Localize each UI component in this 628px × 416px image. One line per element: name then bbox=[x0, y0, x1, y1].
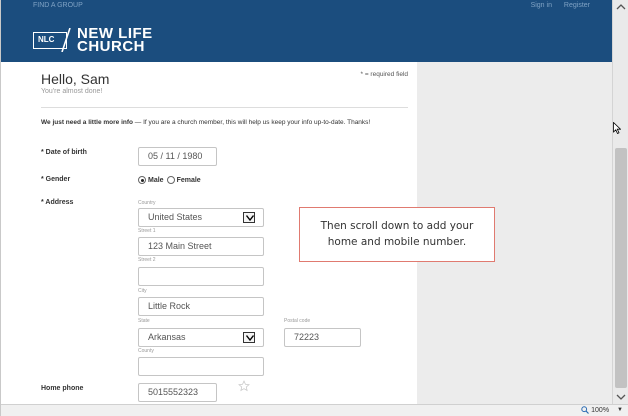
postal-code-input[interactable]: 72223 bbox=[284, 328, 361, 347]
dob-label: * Date of birth bbox=[41, 149, 87, 156]
mouse-cursor-icon bbox=[613, 122, 621, 134]
zoom-icon bbox=[581, 406, 590, 414]
scroll-up-icon[interactable] bbox=[613, 0, 628, 14]
site-header: FIND A GROUP Sign in Register NLC NEW LI… bbox=[1, 0, 612, 62]
gender-radio-group: Male Female bbox=[138, 176, 204, 184]
street2-label: Street 2 bbox=[138, 257, 156, 263]
home-phone-input[interactable]: 5015552323 bbox=[138, 383, 217, 402]
intro-rest: — If you are a church member, this will … bbox=[132, 119, 371, 126]
browser-viewport: FIND A GROUP Sign in Register NLC NEW LI… bbox=[0, 0, 628, 416]
logo-badge-text: NLC bbox=[38, 34, 55, 44]
chevron-down-icon[interactable] bbox=[243, 332, 255, 343]
male-label: Male bbox=[148, 176, 164, 184]
header-divider bbox=[41, 107, 408, 108]
zoom-level: 100% bbox=[591, 406, 610, 414]
chevron-down-icon[interactable] bbox=[243, 212, 255, 223]
logo-slash-icon bbox=[61, 27, 71, 52]
male-radio[interactable] bbox=[138, 176, 146, 184]
logo-text: NEW LIFE CHURCH bbox=[77, 26, 153, 55]
logo-line-2: CHURCH bbox=[77, 38, 145, 55]
country-select[interactable]: United States bbox=[138, 208, 264, 227]
star-icon[interactable] bbox=[238, 380, 250, 392]
gender-label: * Gender bbox=[41, 176, 71, 183]
zoom-control[interactable]: 100% ▼ bbox=[581, 406, 623, 414]
dob-input[interactable]: 05 / 11 / 1980 bbox=[138, 147, 217, 166]
county-input[interactable] bbox=[138, 357, 264, 376]
scroll-down-icon[interactable] bbox=[613, 390, 628, 404]
status-bar: 100% ▼ bbox=[1, 404, 628, 416]
county-label: County bbox=[138, 348, 154, 354]
street1-label: Street 1 bbox=[138, 228, 156, 234]
find-group-link[interactable]: FIND A GROUP bbox=[33, 2, 83, 9]
scrollbar-thumb[interactable] bbox=[615, 148, 627, 388]
female-label: Female bbox=[176, 176, 201, 184]
church-logo[interactable]: NLC NEW LIFE CHURCH bbox=[33, 22, 153, 58]
sign-in-link[interactable]: Sign in bbox=[531, 2, 552, 9]
female-radio[interactable] bbox=[166, 176, 175, 184]
intro-bold: We just need a little more info bbox=[41, 119, 133, 126]
street2-input[interactable] bbox=[138, 267, 264, 286]
city-input[interactable]: Little Rock bbox=[138, 297, 264, 316]
register-link[interactable]: Register bbox=[564, 2, 590, 9]
greeting-subtitle: You're almost done! bbox=[41, 88, 103, 95]
home-phone-label: Home phone bbox=[41, 385, 84, 392]
nlc-badge: NLC bbox=[33, 27, 71, 52]
city-label: City bbox=[138, 288, 147, 294]
instruction-callout: Then scroll down to add your home and mo… bbox=[299, 207, 495, 262]
street1-input[interactable]: 123 Main Street bbox=[138, 237, 264, 256]
vertical-scrollbar[interactable] bbox=[612, 0, 628, 404]
state-label: State bbox=[138, 318, 150, 324]
callout-line-2: home and mobile number. bbox=[327, 236, 467, 248]
greeting-heading: Hello, Sam bbox=[41, 71, 110, 87]
state-select[interactable]: Arkansas bbox=[138, 328, 264, 347]
state-value: Arkansas bbox=[148, 332, 186, 342]
address-label: * Address bbox=[41, 199, 74, 206]
country-value: United States bbox=[148, 212, 203, 222]
callout-line-1: Then scroll down to add your bbox=[320, 220, 474, 232]
top-nav: FIND A GROUP Sign in Register bbox=[1, 0, 612, 12]
intro-text: We just need a little more info — If you… bbox=[41, 119, 370, 126]
postal-code-label: Postal code bbox=[284, 318, 311, 324]
country-label: Country bbox=[138, 200, 156, 206]
zoom-dropdown-icon[interactable]: ▼ bbox=[617, 407, 623, 413]
required-field-note: * = required field bbox=[360, 71, 408, 78]
